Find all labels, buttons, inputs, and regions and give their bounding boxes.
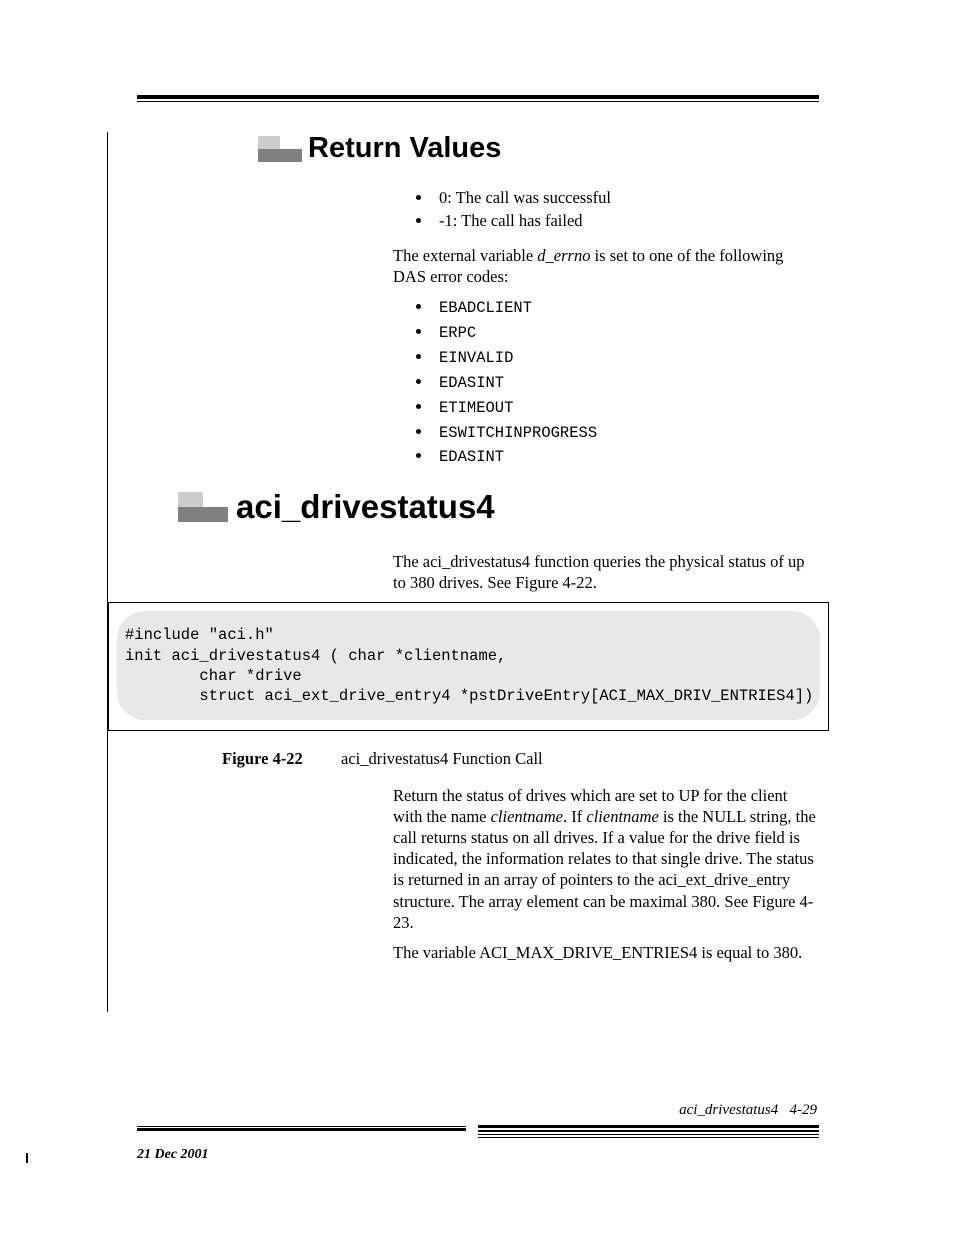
error-code-list: EBADCLIENT ERPC EINVALID EDASINT ETIMEOU… [393, 296, 819, 468]
list-item: ESWITCHINPROGRESS [433, 421, 819, 444]
content-column: Return Values 0: The call was successful… [107, 132, 819, 1012]
list-item: -1: The call has failed [433, 210, 819, 231]
list-item: EDASINT [433, 445, 819, 468]
top-rule [137, 95, 819, 102]
list-item: EDASINT [433, 371, 819, 394]
return-value-list: 0: The call was successful -1: The call … [393, 187, 819, 231]
aci-intro-body: The aci_drivestatus4 function queries th… [393, 551, 819, 593]
footer-page-number: 4-29 [790, 1102, 818, 1118]
list-item: ETIMEOUT [433, 396, 819, 419]
page: Return Values 0: The call was successful… [0, 0, 954, 1012]
list-item: EINVALID [433, 346, 819, 369]
return-values-body: 0: The call was successful -1: The call … [393, 187, 819, 468]
code-text: #include "aci.h" init aci_drivestatus4 (… [125, 625, 812, 706]
footer-right: aci_drivestatus4 4-29 [137, 1102, 819, 1119]
description-paragraph-2: The variable ACI_MAX_DRIVE_ENTRIES4 is e… [393, 942, 819, 963]
section-marker-icon [178, 492, 228, 522]
code-block: #include "aci.h" init aci_drivestatus4 (… [117, 611, 820, 720]
change-bar-icon [26, 1153, 28, 1163]
heading-return-values: Return Values [308, 132, 501, 165]
list-item: 0: The call was successful [433, 187, 819, 208]
section-header-aci-drivestatus4: aci_drivestatus4 [178, 488, 819, 526]
list-item: EBADCLIENT [433, 296, 819, 319]
footer-section-name: aci_drivestatus4 [679, 1102, 778, 1118]
figure-caption-row: Figure 4-22 aci_drivestatus4 Function Ca… [222, 749, 819, 769]
list-item: ERPC [433, 321, 819, 344]
code-figure-box: #include "aci.h" init aci_drivestatus4 (… [108, 602, 829, 731]
section-marker-icon [258, 136, 302, 162]
footer-rule [137, 1125, 819, 1143]
error-intro: The external variable d_errno is set to … [393, 245, 819, 287]
page-footer: aci_drivestatus4 4-29 21 Dec 2001 [137, 1102, 819, 1163]
aci-description-body: Return the status of drives which are se… [393, 785, 819, 963]
heading-aci-drivestatus4: aci_drivestatus4 [236, 488, 495, 526]
figure-caption: aci_drivestatus4 Function Call [341, 749, 543, 769]
section-header-return-values: Return Values [258, 132, 819, 165]
description-paragraph-1: Return the status of drives which are se… [393, 785, 819, 933]
figure-label: Figure 4-22 [222, 749, 337, 769]
footer-date: 21 Dec 2001 [137, 1147, 819, 1163]
aci-intro-paragraph: The aci_drivestatus4 function queries th… [393, 551, 819, 593]
